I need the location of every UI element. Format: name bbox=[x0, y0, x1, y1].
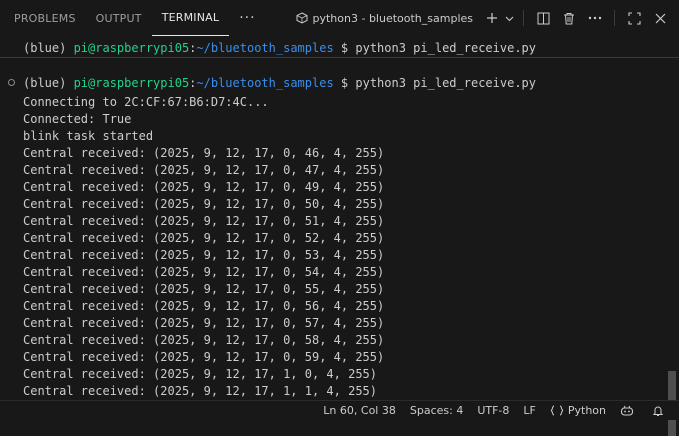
output-line: Central received: (2025, 9, 12, 17, 0, 5… bbox=[23, 281, 384, 298]
notifications-bell-icon[interactable] bbox=[645, 401, 675, 421]
status-bar: Ln 60, Col 38 Spaces: 4 UTF-8 LF Python bbox=[0, 400, 679, 420]
status-cursor-position[interactable]: Ln 60, Col 38 bbox=[316, 401, 403, 421]
output-line: Central received: (2025, 9, 12, 17, 0, 5… bbox=[23, 349, 384, 366]
braces-icon bbox=[550, 405, 564, 416]
terminal-scrollbar[interactable] bbox=[665, 58, 679, 402]
chevron-down-icon[interactable] bbox=[503, 7, 515, 29]
output-line: Central received: (2025, 9, 12, 17, 0, 5… bbox=[23, 332, 384, 349]
status-eol[interactable]: LF bbox=[516, 401, 542, 421]
output-line: Central received: (2025, 9, 12, 17, 0, 4… bbox=[23, 145, 384, 162]
terminal-output[interactable]: Connecting to 2C:CF:67:B6:D7:4C... Conne… bbox=[23, 94, 384, 400]
status-indentation[interactable]: Spaces: 4 bbox=[403, 401, 470, 421]
toolbar-divider bbox=[614, 10, 615, 26]
terminal-name-label: python3 - bluetooth_samples bbox=[313, 12, 474, 25]
tab-terminal[interactable]: TERMINAL bbox=[152, 0, 230, 36]
output-line: Central received: (2025, 9, 12, 17, 0, 5… bbox=[23, 298, 384, 315]
close-icon[interactable] bbox=[649, 7, 671, 29]
copilot-icon[interactable] bbox=[613, 401, 645, 421]
output-line: Central received: (2025, 9, 12, 17, 0, 4… bbox=[23, 162, 384, 179]
command-decoration-icon[interactable] bbox=[8, 79, 15, 86]
terminal-shell-icon bbox=[296, 12, 308, 24]
panel-tab-bar: PROBLEMS OUTPUT TERMINAL ··· python3 - b… bbox=[0, 0, 679, 36]
output-line: blink task started bbox=[23, 128, 384, 145]
prompt-user: pi@raspberrypi05 bbox=[74, 41, 190, 55]
output-line: Central received: (2025, 9, 12, 17, 0, 5… bbox=[23, 315, 384, 332]
tab-problems[interactable]: PROBLEMS bbox=[0, 0, 86, 36]
output-line: Central received: (2025, 9, 12, 17, 0, 5… bbox=[23, 264, 384, 281]
language-label: Python bbox=[568, 404, 606, 417]
more-tabs-icon[interactable]: ··· bbox=[229, 0, 265, 36]
toolbar-divider bbox=[523, 10, 524, 26]
maximize-panel-icon[interactable] bbox=[623, 7, 645, 29]
prompt-suffix: $ bbox=[334, 41, 356, 55]
output-line: Central received: (2025, 9, 12, 17, 1, 1… bbox=[23, 383, 384, 400]
output-line: Central received: (2025, 9, 12, 17, 0, 5… bbox=[23, 196, 384, 213]
terminal-toolbar: python3 - bluetooth_samples bbox=[296, 0, 679, 36]
current-prompt-line: (blue) pi@raspberrypi05:~/bluetooth_samp… bbox=[23, 75, 536, 91]
terminal-divider bbox=[0, 57, 679, 58]
prompt-env: (blue) bbox=[23, 41, 74, 55]
trash-icon[interactable] bbox=[558, 7, 580, 29]
terminal-selector[interactable]: python3 - bluetooth_samples bbox=[296, 12, 474, 25]
prompt-command: python3 pi_led_receive.py bbox=[355, 41, 536, 55]
status-language[interactable]: Python bbox=[543, 401, 613, 421]
output-line: Central received: (2025, 9, 12, 17, 0, 5… bbox=[23, 230, 384, 247]
ellipsis-icon[interactable] bbox=[584, 7, 606, 29]
tab-output[interactable]: OUTPUT bbox=[86, 0, 152, 36]
prompt-user: pi@raspberrypi05 bbox=[74, 76, 190, 90]
new-terminal-icon[interactable] bbox=[481, 7, 503, 29]
prompt-path: ~/bluetooth_samples bbox=[196, 41, 333, 55]
output-line: Central received: (2025, 9, 12, 17, 0, 5… bbox=[23, 247, 384, 264]
output-line: Central received: (2025, 9, 12, 17, 1, 0… bbox=[23, 366, 384, 383]
output-line: Central received: (2025, 9, 12, 17, 0, 4… bbox=[23, 179, 384, 196]
split-terminal-icon[interactable] bbox=[532, 7, 554, 29]
prompt-path: ~/bluetooth_samples bbox=[196, 76, 333, 90]
status-encoding[interactable]: UTF-8 bbox=[470, 401, 516, 421]
output-line: Central received: (2025, 9, 12, 17, 0, 5… bbox=[23, 213, 384, 230]
prompt-env: (blue) bbox=[23, 76, 74, 90]
output-line: Connected: True bbox=[23, 111, 384, 128]
output-line: Connecting to 2C:CF:67:B6:D7:4C... bbox=[23, 94, 384, 111]
prompt-suffix: $ bbox=[334, 76, 356, 90]
previous-prompt-line: (blue) pi@raspberrypi05:~/bluetooth_samp… bbox=[23, 40, 536, 56]
prompt-command: python3 pi_led_receive.py bbox=[355, 76, 536, 90]
